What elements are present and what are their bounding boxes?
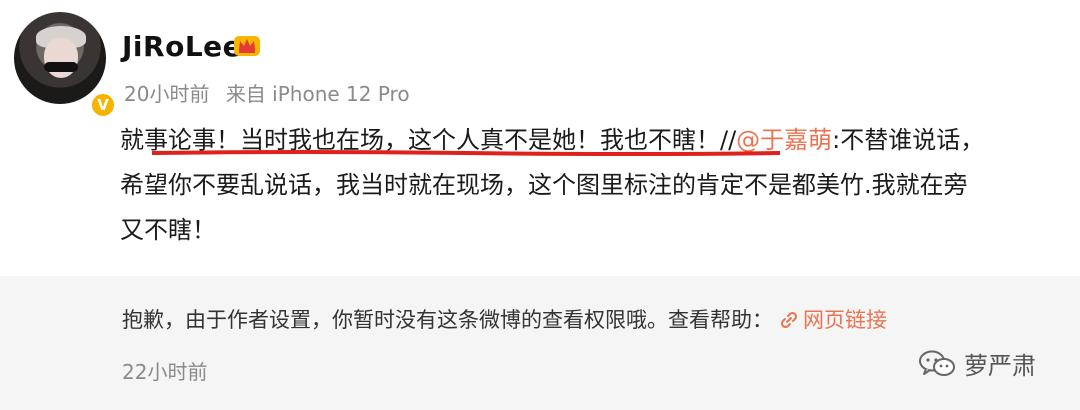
avatar-mask: [44, 62, 78, 72]
restricted-notice: 抱歉，由于作者设置，你暂时没有这条微博的查看权限哦。查看帮助： 网页链接 22小…: [0, 276, 1080, 410]
verified-badge-icon: V: [90, 92, 116, 118]
post-time[interactable]: 20小时前: [124, 82, 209, 106]
wechat-icon: [919, 350, 955, 376]
weibo-post: V JiRoLee 20小时前 来自 iPhone 12 Pro 就事论事！当时…: [0, 0, 1080, 276]
user-avatar[interactable]: V: [14, 12, 116, 118]
crown-icon: [234, 36, 260, 56]
content-line-1: 就事论事！当时我也在场，这个人真不是她！我也不瞎！//@于嘉萌:不替谁说话，: [120, 118, 1080, 163]
watermark-text: 萝严肃: [964, 352, 1036, 380]
content-line-3: 又不瞎！: [120, 216, 216, 244]
notice-message: 抱歉，由于作者设置，你暂时没有这条微博的查看权限哦。查看帮助：: [122, 308, 773, 332]
post-content: 就事论事！当时我也在场，这个人真不是她！我也不瞎！//@于嘉萌:不替谁说话， 希…: [120, 118, 1080, 253]
red-underline-annotation: [152, 150, 780, 156]
web-link[interactable]: 网页链接: [803, 308, 887, 332]
notice-text-row: 抱歉，由于作者设置，你暂时没有这条微博的查看权限哦。查看帮助： 网页链接: [122, 304, 887, 334]
link-icon: [780, 311, 798, 329]
username[interactable]: JiRoLee: [122, 30, 242, 63]
watermark: 萝严肃: [918, 346, 1036, 381]
content-line-2: 希望你不要乱说话，我当时就在现场，这个图里标注的肯定不是都美竹.我就在旁: [120, 171, 968, 199]
post-source: 来自 iPhone 12 Pro: [225, 82, 410, 106]
avatar-face: [44, 38, 78, 78]
content-text-tail: :不替谁说话，: [832, 126, 985, 154]
post-meta: 20小时前 来自 iPhone 12 Pro: [124, 78, 420, 107]
notice-time[interactable]: 22小时前: [122, 356, 207, 385]
